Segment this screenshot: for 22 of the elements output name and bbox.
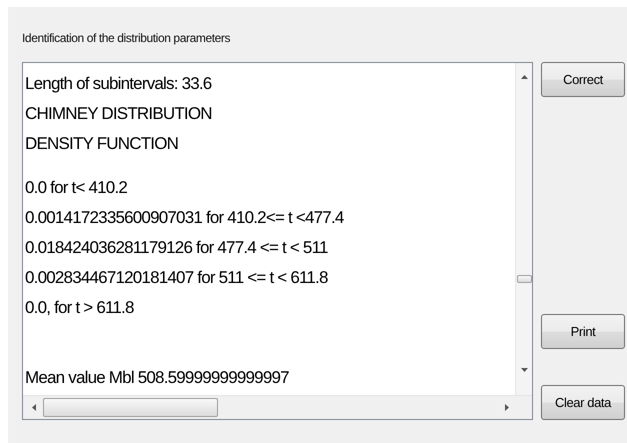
right-arrow-icon[interactable] (505, 404, 509, 411)
output-text-area[interactable] (22, 62, 533, 420)
scroll-thumb[interactable] (43, 398, 218, 417)
output-line: CHIMNEY DISTRIBUTION (25, 103, 213, 125)
left-arrow-icon[interactable] (32, 404, 36, 411)
output-line: 0.018424036281179126 for 477.4 <= t < 511 (25, 237, 329, 259)
scroll-thumb[interactable] (517, 275, 532, 283)
output-line: 0.0, for t > 611.8 (25, 297, 135, 319)
down-arrow-icon[interactable] (521, 368, 528, 372)
action-button[interactable]: Clear data (541, 385, 625, 420)
vertical-scrollbar[interactable] (515, 63, 532, 395)
output-line: Length of subintervals: 33.6 (25, 73, 212, 95)
output-line: 0.0 for t< 410.2 (25, 177, 128, 199)
action-button[interactable]: Correct (541, 62, 625, 97)
action-button[interactable]: Print (541, 314, 625, 349)
output-line: DENSITY FUNCTION (25, 133, 180, 155)
output-line: Mean value Mbl 508.59999999999997 (25, 367, 290, 389)
group-title: Identification of the distribution parameters (22, 31, 232, 47)
output-line: 0.0014172335600907031 for 410.2<= t <477.4 (25, 207, 345, 229)
horizontal-scrollbar[interactable] (23, 395, 532, 419)
output-line: 0.002834467120181407 for 511 <= t < 611.8 (25, 267, 329, 289)
up-arrow-icon[interactable] (521, 75, 528, 79)
